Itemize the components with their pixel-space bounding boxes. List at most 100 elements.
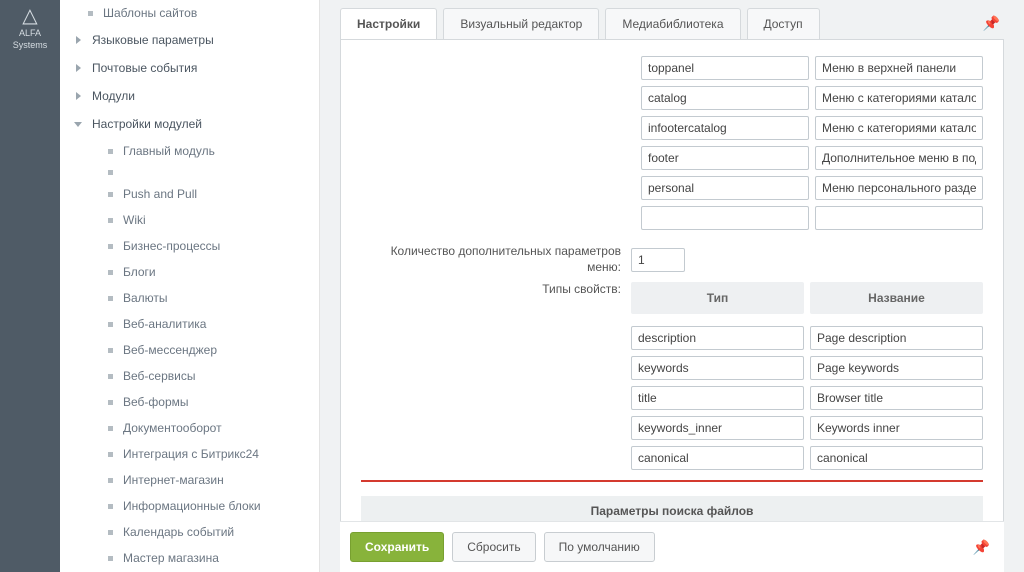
nav-label: Wiki [123,213,146,227]
nav-module-item[interactable]: Веб-формы [60,389,319,415]
nav-label: Веб-мессенджер [123,343,217,357]
prop-type-input[interactable] [631,416,804,440]
chevron-down-icon [74,119,84,129]
dot-icon [108,530,113,535]
menu-value-input[interactable] [815,176,983,200]
pin-icon[interactable]: 📌 [983,15,1004,32]
dot-icon [88,11,93,16]
app-sidebar: △ ALFA Systems [0,0,60,572]
col-name: Название [810,282,983,314]
dot-icon [108,452,113,457]
chevron-right-icon [74,35,84,45]
nav-module-item[interactable] [60,164,319,181]
nav-label: Шаблоны сайтов [103,6,197,20]
default-button[interactable]: По умолчанию [544,532,655,562]
nav-label: Валюты [123,291,168,305]
dot-icon [108,504,113,509]
settings-panel: Количество дополнительных параметров мен… [340,39,1004,572]
dot-icon [108,192,113,197]
prop-type-input[interactable] [631,386,804,410]
prop-name-input[interactable] [810,326,983,350]
nav-module-item[interactable]: Валюты [60,285,319,311]
nav-module-item[interactable]: Веб-сервисы [60,363,319,389]
dot-icon [108,296,113,301]
nav-panel: Шаблоны сайтов Языковые параметры Почтов… [60,0,320,572]
nav-item-templates[interactable]: Шаблоны сайтов [60,0,319,26]
nav-module-item[interactable]: Push and Pull [60,181,319,207]
nav-label: Блоги [123,265,156,279]
nav-label: Почтовые события [92,61,197,75]
nav-module-item[interactable]: Мастер магазина [60,545,319,571]
nav-label: Веб-сервисы [123,369,195,383]
prop-type-input[interactable] [631,356,804,380]
main-area: Настройки Визуальный редактор Медиабибли… [320,0,1024,572]
prop-type-input[interactable] [631,446,804,470]
label-add-params: Количество дополнительных параметров мен… [361,244,631,275]
reset-button[interactable]: Сбросить [452,532,535,562]
dot-icon [108,270,113,275]
label-prop-types: Типы свойств: [361,282,631,298]
nav-item-languages[interactable]: Языковые параметры [60,26,319,54]
dot-icon [108,322,113,327]
menu-key-input[interactable] [641,56,809,80]
dot-icon [108,556,113,561]
prop-name-input[interactable] [810,446,983,470]
prop-name-input[interactable] [810,356,983,380]
dot-icon [108,170,113,175]
menu-value-input[interactable] [815,116,983,140]
nav-label: Документооборот [123,421,222,435]
menu-key-input[interactable] [641,146,809,170]
menu-value-input[interactable] [815,146,983,170]
menu-key-input[interactable] [641,86,809,110]
tab-media-library[interactable]: Медиабиблиотека [605,8,740,39]
dot-icon [108,374,113,379]
prop-name-input[interactable] [810,416,983,440]
nav-label: Календарь событий [123,525,234,539]
nav-item-mail-events[interactable]: Почтовые события [60,54,319,82]
nav-label: Мастер магазина [123,551,219,565]
nav-module-item[interactable]: Интеграция с Битрикс24 [60,441,319,467]
nav-module-item[interactable]: Wiki [60,207,319,233]
prop-type-input[interactable] [631,326,804,350]
tab-visual-editor[interactable]: Визуальный редактор [443,8,599,39]
save-button[interactable]: Сохранить [350,532,444,562]
menu-value-input[interactable] [815,86,983,110]
nav-label: Модули [92,89,135,103]
nav-item-modules[interactable]: Модули [60,82,319,110]
chevron-right-icon [74,63,84,73]
dot-icon [108,400,113,405]
nav-module-item[interactable]: Календарь событий [60,519,319,545]
col-type: Тип [631,282,804,314]
dot-icon [108,218,113,223]
pin-icon[interactable]: 📌 [973,539,994,556]
menu-key-input[interactable] [641,116,809,140]
brand-sub: Systems [13,40,48,50]
input-add-params[interactable] [631,248,685,272]
menu-key-input[interactable] [641,176,809,200]
brand-logo-icon: △ [22,6,37,26]
nav-module-item[interactable]: Интернет-магазин [60,467,319,493]
tab-settings[interactable]: Настройки [340,8,437,39]
dot-icon [108,426,113,431]
nav-label: Интернет-магазин [123,473,224,487]
menu-value-input[interactable] [815,206,983,230]
nav-module-item[interactable]: Главный модуль [60,138,319,164]
nav-label: Бизнес-процессы [123,239,220,253]
nav-item-module-settings[interactable]: Настройки модулей [60,110,319,138]
dot-icon [108,478,113,483]
nav-module-item[interactable]: Блоги [60,259,319,285]
brand-name: ALFA [19,28,41,38]
footer-bar: Сохранить Сбросить По умолчанию 📌 [340,521,1004,572]
nav-module-item[interactable]: Веб-аналитика [60,311,319,337]
menu-value-input[interactable] [815,56,983,80]
nav-module-item[interactable]: Документооборот [60,415,319,441]
prop-name-input[interactable] [810,386,983,410]
chevron-right-icon [74,91,84,101]
nav-label: Push and Pull [123,187,197,201]
tab-access[interactable]: Доступ [747,8,820,39]
nav-module-item[interactable]: Информационные блоки [60,493,319,519]
nav-module-item[interactable]: Бизнес-процессы [60,233,319,259]
nav-module-item[interactable]: Веб-мессенджер [60,337,319,363]
nav-label: Информационные блоки [123,499,261,513]
menu-key-input[interactable] [641,206,809,230]
